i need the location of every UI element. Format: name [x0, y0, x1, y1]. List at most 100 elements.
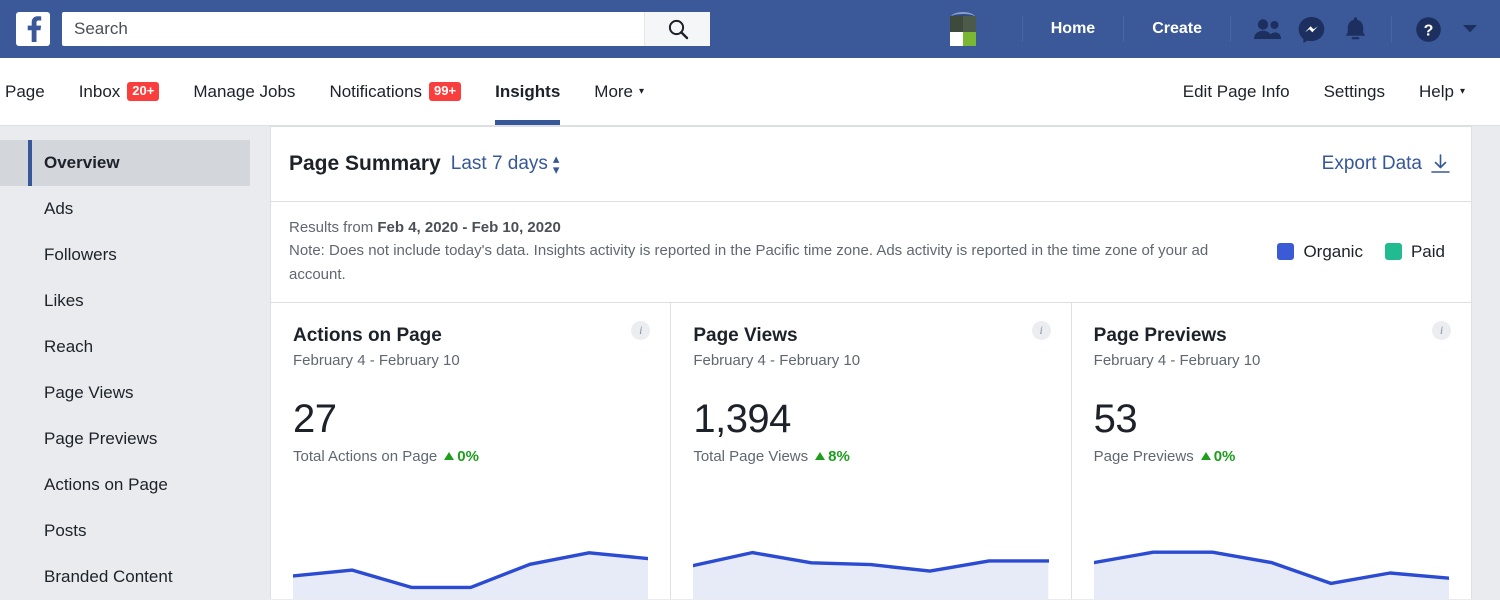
legend-swatch-organic — [1277, 243, 1295, 261]
facebook-top-bar: Home Create — [0, 0, 1500, 58]
card-subtitle: February 4 - February 10 — [1093, 351, 1261, 369]
sidebar-item-label: Reach — [44, 337, 94, 356]
triangle-up-icon — [815, 452, 826, 461]
subnav-label: Manage Jobs — [193, 81, 296, 101]
chevron-down-icon: ▾ — [1459, 86, 1465, 97]
card-caption: Total Actions on Page — [293, 447, 438, 465]
sidebar-item-overview[interactable]: Overview — [0, 140, 250, 186]
subnav-item-inbox[interactable]: Inbox 20+ — [62, 58, 177, 125]
subnav-item-insights[interactable]: Insights — [478, 58, 577, 125]
date-range-label: Last 7 days — [450, 153, 548, 174]
insights-content-panel: Page Summary Last 7 days ▴ ▾ Export Data … — [270, 126, 1472, 599]
friend-requests-icon[interactable] — [1249, 11, 1285, 47]
legend-label: Paid — [1410, 241, 1445, 261]
sidebar-item-label: Overview — [44, 153, 120, 172]
sidebar-item-label: Page Views — [44, 383, 134, 402]
date-range-selector[interactable]: Last 7 days ▴ ▾ — [450, 150, 560, 177]
card-value: 1,394 — [693, 396, 791, 441]
sparkline-chart-page-views — [693, 541, 1049, 599]
sidebar-item-actions-on-page[interactable]: Actions on Page — [0, 462, 250, 508]
subnav-label: Notifications — [329, 81, 423, 101]
page-subnav: Page Inbox 20+ Manage Jobs Notifications… — [0, 58, 1500, 126]
sparkline-area — [1093, 552, 1449, 599]
info-circle-icon[interactable]: i — [631, 320, 651, 340]
updown-caret-icon: ▴ ▾ — [552, 150, 560, 177]
export-data-button[interactable]: Export Data — [1322, 153, 1451, 175]
create-link[interactable]: Create — [1138, 20, 1216, 38]
subnav-item-manage-jobs[interactable]: Manage Jobs — [176, 58, 312, 125]
sidebar-item-label: Branded Content — [44, 567, 173, 586]
divider — [1230, 16, 1231, 42]
card-caption: Total Page Views — [693, 447, 809, 465]
help-link[interactable]: Help ▾ — [1402, 58, 1482, 125]
sidebar-item-page-previews[interactable]: Page Previews — [0, 416, 250, 462]
sidebar-item-posts[interactable]: Posts — [0, 508, 250, 554]
divider — [1021, 16, 1023, 42]
sidebar-item-label: Likes — [44, 291, 84, 310]
account-caret-down-icon[interactable] — [1456, 15, 1484, 43]
subnav-label: More — [594, 81, 634, 101]
insights-sidebar: Overview Ads Followers Likes Reach Page … — [0, 126, 270, 599]
results-note-text: Results from Feb 4, 2020 - Feb 10, 2020 … — [289, 216, 1224, 286]
subnav-item-notifications[interactable]: Notifications 99+ — [312, 58, 478, 125]
results-prefix: Results from — [289, 219, 378, 236]
card-caption-row: Page Previews 0% — [1094, 448, 1449, 465]
subnav-left-items: Page Inbox 20+ Manage Jobs Notifications… — [0, 58, 661, 125]
sidebar-item-label: Actions on Page — [44, 475, 168, 494]
facebook-f-logo[interactable] — [16, 12, 50, 46]
chevron-down-icon: ▾ — [639, 86, 645, 97]
info-circle-icon[interactable]: i — [1431, 320, 1451, 340]
subnav-right-items: Edit Page Info Settings Help ▾ — [1166, 58, 1482, 125]
results-range: Feb 4, 2020 - Feb 10, 2020 — [377, 219, 561, 236]
home-link[interactable]: Home — [1037, 20, 1109, 38]
page-profile-thumbnail[interactable] — [948, 12, 978, 46]
metric-card-page-previews[interactable]: Page Previews February 4 - February 10 i… — [1072, 303, 1471, 599]
subnav-label: Inbox — [78, 81, 121, 101]
page-title: Page Summary — [289, 152, 441, 175]
card-caption: Page Previews — [1093, 447, 1194, 465]
sparkline-area — [293, 552, 649, 599]
help-question-icon[interactable]: ? — [1410, 11, 1446, 47]
sidebar-item-branded-content[interactable]: Branded Content — [0, 554, 250, 600]
card-delta-value: 0% — [1213, 447, 1236, 465]
search-input[interactable] — [62, 12, 644, 46]
subnav-label: Help — [1419, 81, 1454, 101]
download-icon — [1431, 154, 1450, 173]
card-caption-row: Total Page Views 8% — [693, 448, 1048, 465]
subnav-item-page[interactable]: Page — [0, 58, 62, 125]
legend-swatch-paid — [1384, 243, 1402, 261]
metric-cards-row: Actions on Page February 4 - February 10… — [271, 302, 1471, 599]
legend-label: Organic — [1303, 241, 1363, 261]
metric-card-page-views[interactable]: Page Views February 4 - February 10 i 1,… — [671, 302, 1072, 599]
settings-link[interactable]: Settings — [1307, 58, 1402, 125]
legend-item-organic: Organic — [1277, 242, 1363, 262]
notifications-bell-icon[interactable] — [1337, 11, 1373, 47]
sidebar-item-ads[interactable]: Ads — [0, 186, 250, 232]
subnav-label: Insights — [495, 81, 561, 101]
sidebar-item-likes[interactable]: Likes — [0, 278, 250, 324]
triangle-up-icon — [1200, 452, 1211, 461]
card-delta: 0% — [1200, 447, 1236, 465]
card-caption-row: Total Actions on Page 0% — [293, 448, 648, 465]
sidebar-item-reach[interactable]: Reach — [0, 324, 250, 370]
sparkline-chart-actions-on-page — [293, 541, 649, 599]
info-circle-icon[interactable]: i — [1031, 320, 1051, 340]
sidebar-item-label: Followers — [44, 245, 117, 264]
sidebar-item-followers[interactable]: Followers — [0, 232, 250, 278]
search-button[interactable] — [644, 12, 710, 46]
search-bar[interactable] — [62, 12, 710, 46]
card-delta: 0% — [444, 448, 479, 465]
note-body: Note: Does not include today's data. Ins… — [289, 242, 1209, 283]
card-delta: 8% — [815, 448, 850, 465]
card-title: Page Views — [693, 324, 798, 346]
legend-item-paid: Paid — [1384, 241, 1445, 262]
messenger-icon[interactable] — [1293, 11, 1329, 47]
card-title: Actions on Page — [293, 324, 442, 346]
sidebar-item-page-views[interactable]: Page Views — [0, 370, 250, 416]
inbox-badge: 20+ — [127, 82, 160, 101]
subnav-item-more[interactable]: More ▾ — [577, 58, 661, 125]
metric-card-actions-on-page[interactable]: Actions on Page February 4 - February 10… — [271, 302, 672, 599]
sidebar-item-label: Ads — [44, 199, 74, 218]
edit-page-info-link[interactable]: Edit Page Info — [1166, 58, 1307, 125]
svg-text:?: ? — [1423, 22, 1433, 39]
